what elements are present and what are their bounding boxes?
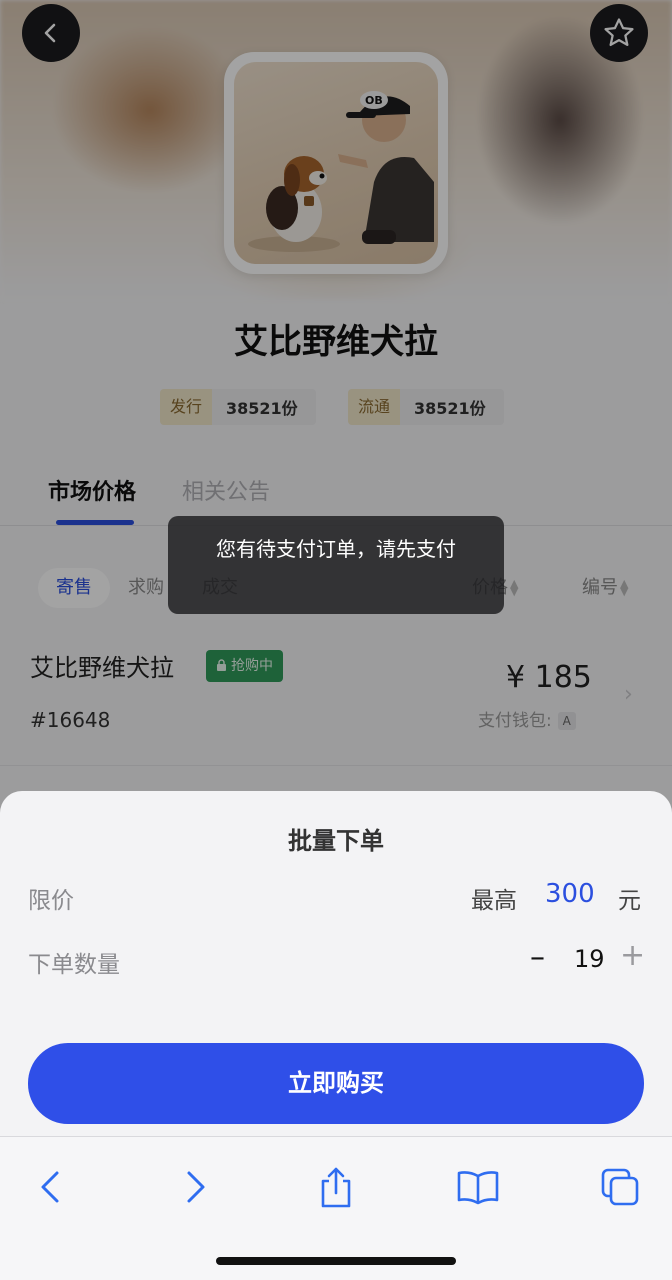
- limit-price-input[interactable]: 300: [545, 879, 595, 909]
- back-icon: [41, 1171, 59, 1203]
- browser-tabs-button[interactable]: [596, 1163, 644, 1211]
- tabs-icon: [601, 1168, 639, 1206]
- increment-button[interactable]: +: [620, 941, 645, 971]
- browser-back-button[interactable]: [26, 1163, 74, 1211]
- bookmarks-icon: [457, 1171, 499, 1205]
- limit-unit: 元: [618, 888, 641, 914]
- decrement-button[interactable]: –: [530, 943, 545, 973]
- browser-forward-button[interactable]: [172, 1163, 220, 1211]
- share-icon: [321, 1167, 351, 1208]
- toast-message: 您有待支付订单，请先支付: [168, 516, 504, 614]
- sheet-title: 批量下单: [288, 827, 384, 855]
- browser-share-button[interactable]: [312, 1163, 360, 1211]
- limit-price-label: 限价: [28, 888, 74, 914]
- browser-toolbar: [0, 1136, 672, 1280]
- forward-icon: [187, 1171, 205, 1203]
- buy-now-button[interactable]: 立即购买: [28, 1043, 644, 1124]
- limit-prefix: 最高: [471, 888, 517, 914]
- browser-bookmarks-button[interactable]: [454, 1163, 502, 1211]
- home-indicator: [216, 1257, 456, 1265]
- quantity-stepper-value[interactable]: 19: [574, 945, 605, 973]
- quantity-label: 下单数量: [28, 952, 120, 978]
- batch-order-sheet: 批量下单 限价 最高 300 元 下单数量 – 19 + 立即购买: [0, 791, 672, 1136]
